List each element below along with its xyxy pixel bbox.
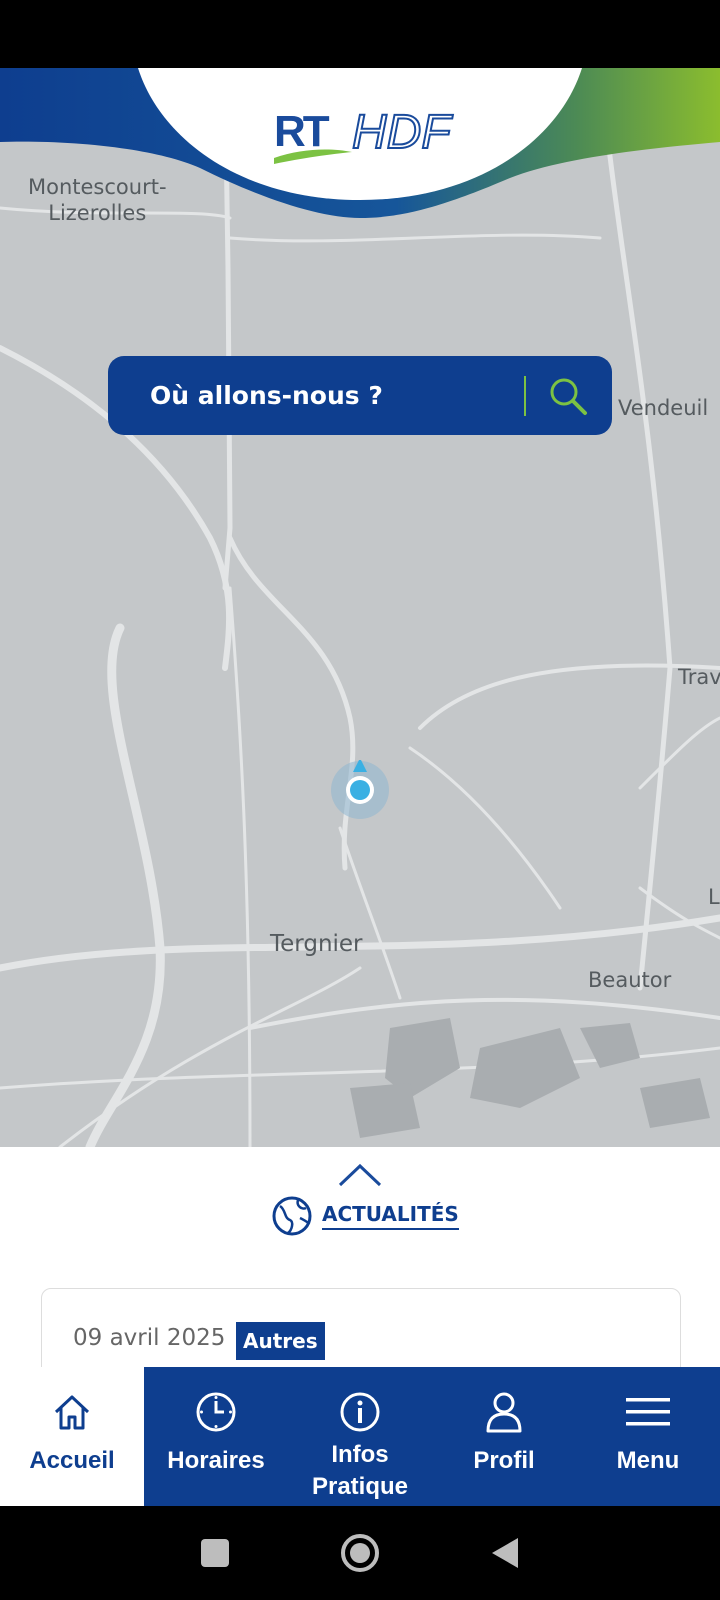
- bottom-tab-bar: Accueil Horaires Infos Pratique Profil M…: [0, 1367, 720, 1506]
- map-label-tergnier: Tergnier: [270, 931, 363, 957]
- map-label-vendeuil: Vendeuil: [618, 396, 709, 420]
- tab-accueil[interactable]: Accueil: [0, 1367, 144, 1506]
- tab-label: Menu: [616, 1447, 680, 1474]
- back-icon[interactable]: [490, 1536, 520, 1570]
- search-button[interactable]: [546, 374, 590, 418]
- tab-label: Accueil: [29, 1447, 115, 1474]
- search-bar[interactable]: [108, 356, 612, 435]
- expand-chevron-icon[interactable]: [337, 1162, 383, 1193]
- map-label-l: L: [708, 885, 720, 909]
- svg-text:RT: RT: [274, 107, 330, 156]
- map-label-beautor: Beautor: [588, 968, 672, 992]
- search-icon: [550, 378, 587, 415]
- map-view[interactable]: Montescourt- Lizerolles Vendeuil Tergnie…: [0, 68, 720, 1147]
- tab-horaires[interactable]: Horaires: [144, 1367, 288, 1506]
- rthdf-logo: RT HDF: [272, 104, 460, 168]
- hamburger-icon: [626, 1398, 670, 1426]
- search-divider: [524, 375, 526, 416]
- current-location-marker: [330, 758, 390, 820]
- tab-menu[interactable]: Menu: [576, 1367, 720, 1506]
- globe-icon: [272, 1196, 312, 1236]
- home-icon: [54, 1395, 90, 1430]
- recent-apps-icon[interactable]: [200, 1538, 230, 1568]
- user-icon: [486, 1392, 522, 1433]
- home-circle-icon[interactable]: [340, 1533, 380, 1573]
- news-header[interactable]: ACTUALITÉS: [272, 1196, 459, 1236]
- tab-label: Horaires: [167, 1447, 265, 1474]
- map-label-trav: Trav: [678, 665, 720, 689]
- info-icon: [340, 1392, 380, 1432]
- news-card-date: 09 avril 2025: [73, 1325, 226, 1351]
- tab-label: Profil: [473, 1447, 535, 1474]
- news-card-tag: Autres: [236, 1322, 325, 1360]
- tab-profil[interactable]: Profil: [432, 1367, 576, 1506]
- search-input[interactable]: [148, 380, 524, 411]
- tab-label: Infos Pratique: [311, 1441, 409, 1500]
- tab-infos-pratique[interactable]: Infos Pratique: [288, 1367, 432, 1506]
- clock-icon: [196, 1392, 236, 1432]
- news-label[interactable]: ACTUALITÉS: [322, 1202, 459, 1230]
- status-bar: [0, 0, 720, 68]
- svg-text:HDF: HDF: [352, 106, 453, 159]
- system-nav-bar: [0, 1506, 720, 1600]
